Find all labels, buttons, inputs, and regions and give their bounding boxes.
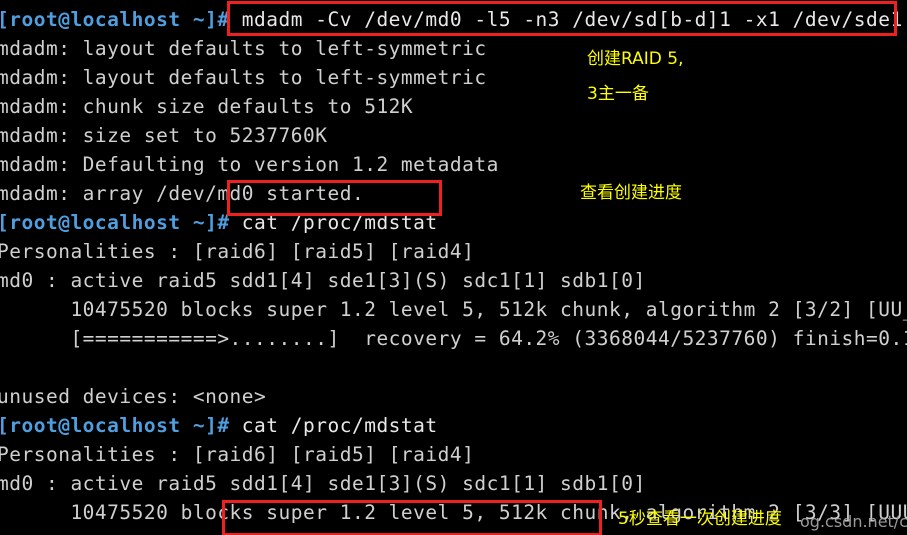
terminal-command-line: [root@localhost ~]# cat /proc/mdstat xyxy=(0,411,438,440)
command-text: cat /proc/mdstat xyxy=(229,414,438,437)
terminal-output-line: md0 : active raid5 sdd1[4] sde1[3](S) sd… xyxy=(0,269,646,292)
annotation-line: 创建RAID 5, xyxy=(587,49,684,69)
terminal-output-line: 10475520 blocks super 1.2 level 5, 512k … xyxy=(0,298,907,321)
terminal-output-line: mdadm: chunk size defaults to 512K xyxy=(0,95,414,118)
command-text: mdadm -Cv /dev/md0 -l5 -n3 /dev/sd[b-d]1… xyxy=(229,8,903,31)
shell-prompt: [root@localhost ~]# xyxy=(0,414,230,437)
terminal-command-line: [root@localhost ~]# mdadm -Cv /dev/md0 -… xyxy=(0,5,903,34)
shell-prompt: [root@localhost ~]# xyxy=(0,211,230,234)
terminal-output-line: mdadm: array /dev/md0 started. xyxy=(0,182,365,205)
terminal-window[interactable]: [root@localhost ~]# mdadm -Cv /dev/md0 -… xyxy=(0,0,907,535)
terminal-output-line: mdadm: Defaulting to version 1.2 metadat… xyxy=(0,153,499,176)
terminal-output-line: mdadm: size set to 5237760K xyxy=(0,124,328,147)
terminal-output-line: [===========>........] recovery = 64.2% … xyxy=(0,327,907,350)
terminal-output-line: Personalities : [raid6] [raid5] [raid4] xyxy=(0,240,475,263)
terminal-output-line: Personalities : [raid6] [raid5] [raid4] xyxy=(0,443,475,466)
terminal-output-line: unused devices: <none> xyxy=(0,385,267,408)
shell-prompt: [root@localhost ~]# xyxy=(0,8,230,31)
annotation-watch-interval: 5秒查看一次创建进度 xyxy=(618,509,782,529)
annotation-line: 3主一备 xyxy=(587,84,649,104)
terminal-output-line: mdadm: layout defaults to left-symmetric xyxy=(0,66,487,89)
terminal-command-line: [root@localhost ~]# cat /proc/mdstat xyxy=(0,208,438,237)
terminal-output-line: mdadm: layout defaults to left-symmetric xyxy=(0,37,487,60)
annotation-create-raid5: 创建RAID 5, 3主一备 xyxy=(587,48,683,106)
annotation-check-progress: 查看创建进度 xyxy=(580,183,682,203)
watermark: og.csdn.net/c xyxy=(800,512,907,531)
terminal-output-line: md0 : active raid5 sdd1[4] sde1[3](S) sd… xyxy=(0,472,646,495)
command-text: cat /proc/mdstat xyxy=(229,211,438,234)
